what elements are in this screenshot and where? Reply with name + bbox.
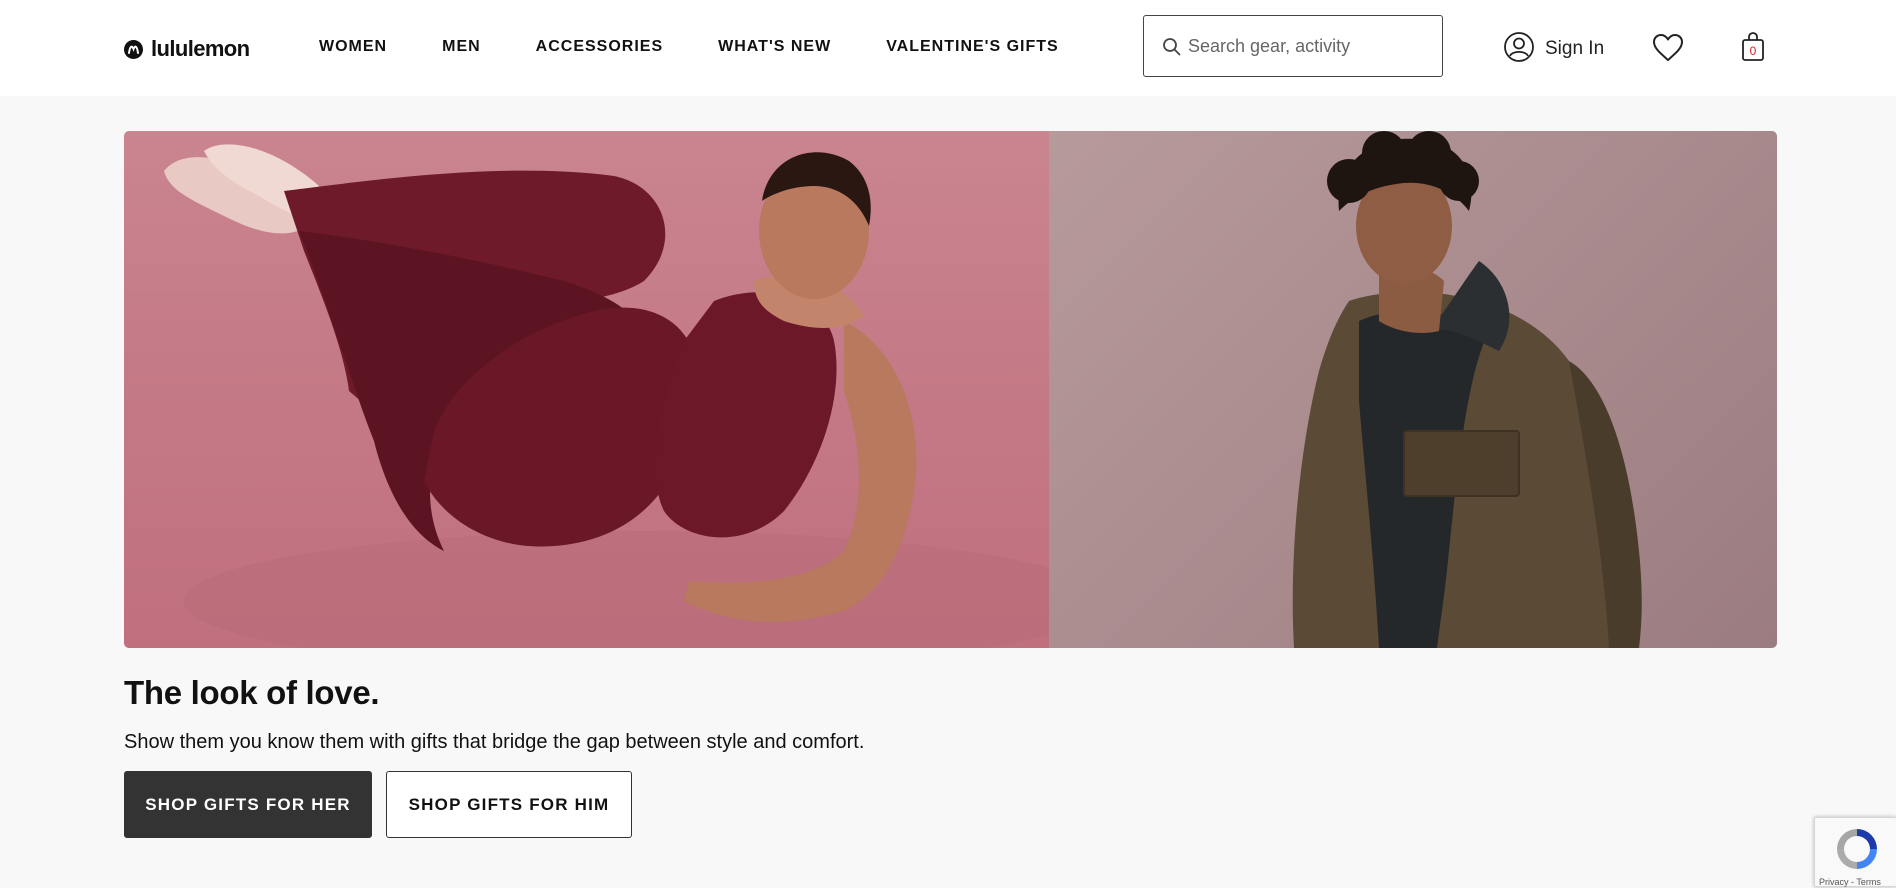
site-header: lululemon WOMEN MEN ACCESSORIES WHAT'S N…	[0, 0, 1896, 96]
hero-image-left[interactable]	[124, 131, 1049, 648]
nav-item-whats-new[interactable]: WHAT'S NEW	[718, 38, 831, 60]
recaptcha-badge[interactable]: Privacy - Terms	[1814, 817, 1896, 887]
search-input[interactable]	[1188, 30, 1428, 62]
sign-in-label: Sign In	[1545, 38, 1605, 59]
account-icon	[1503, 31, 1535, 68]
shopping-bag-button[interactable]: 0	[1740, 31, 1766, 63]
search-box[interactable]	[1143, 15, 1443, 77]
recaptcha-icon	[1832, 824, 1882, 879]
promo-headline: The look of love.	[124, 674, 380, 711]
hero-image-right[interactable]	[1049, 131, 1777, 648]
nav-item-men[interactable]: MEN	[442, 38, 481, 60]
nav-item-accessories[interactable]: ACCESSORIES	[536, 38, 663, 60]
nav-item-valentines-gifts[interactable]: VALENTINE'S GIFTS	[886, 38, 1059, 60]
promo-subtext: Show them you know them with gifts that …	[124, 731, 865, 753]
lululemon-logo[interactable]: lululemon	[124, 36, 250, 62]
main-nav: WOMEN MEN ACCESSORIES WHAT'S NEW VALENTI…	[319, 38, 1059, 60]
logo-wordmark: lululemon	[151, 36, 250, 61]
hero-banner[interactable]	[124, 131, 1777, 648]
sign-in-link[interactable]: Sign In	[1503, 31, 1605, 68]
shop-gifts-for-her-button[interactable]: SHOP GIFTS FOR HER	[124, 771, 372, 838]
search-icon[interactable]	[1162, 37, 1181, 61]
bag-count-badge: 0	[1749, 44, 1757, 58]
lululemon-logo-icon	[124, 39, 143, 59]
recaptcha-footer-text[interactable]: Privacy - Terms	[1819, 877, 1896, 888]
heart-icon[interactable]	[1652, 33, 1684, 68]
nav-item-women[interactable]: WOMEN	[319, 38, 387, 60]
shop-gifts-for-him-button[interactable]: SHOP GIFTS FOR HIM	[386, 771, 632, 838]
